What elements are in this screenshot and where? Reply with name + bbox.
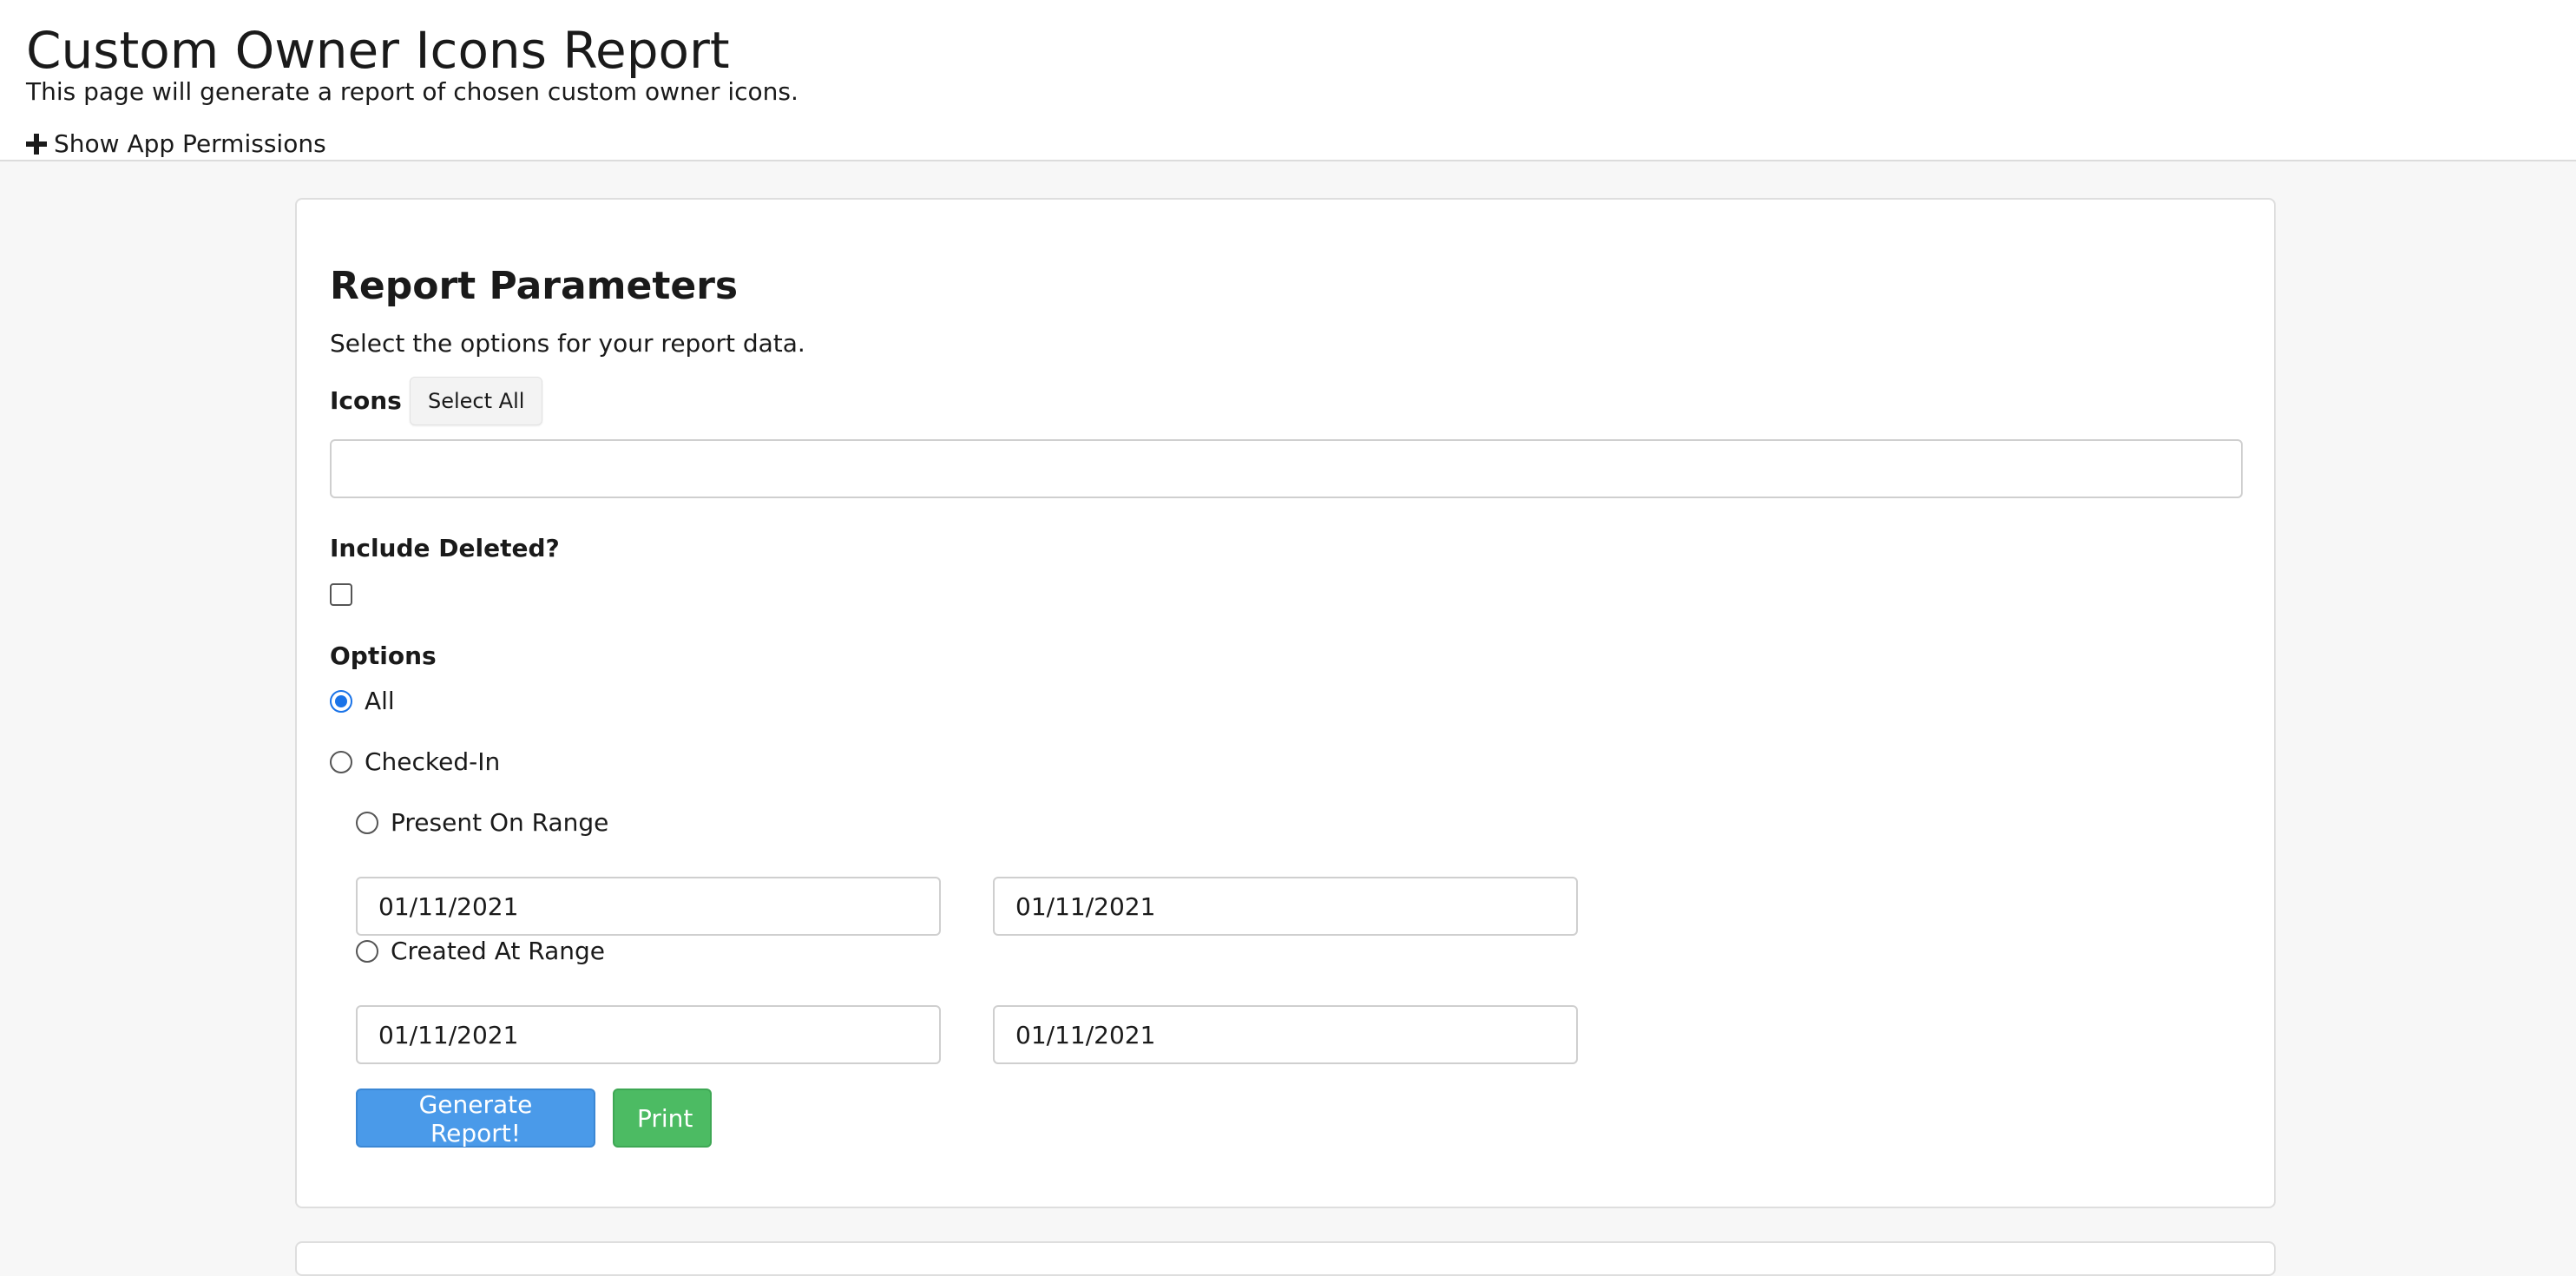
option-present-on-range-radio[interactable] [356, 812, 378, 834]
option-created-at-range[interactable]: Created At Range [356, 934, 605, 969]
report-parameters-title: Report Parameters [330, 264, 739, 308]
page-subtitle: This page will generate a report of chos… [26, 77, 798, 106]
option-present-on-range[interactable]: Present On Range [356, 806, 608, 840]
option-checked-in[interactable]: Checked-In [330, 745, 500, 779]
present-on-range-start-input[interactable] [356, 877, 941, 936]
show-app-permissions-label: Show App Permissions [54, 129, 326, 158]
options-label: Options [330, 641, 437, 670]
created-at-range-end-input[interactable] [993, 1005, 1578, 1064]
print-button[interactable]: Print [613, 1089, 712, 1148]
report-parameters-description: Select the options for your report data. [330, 329, 805, 358]
option-checked-in-label: Checked-In [365, 747, 501, 776]
option-all-radio[interactable] [330, 690, 352, 713]
option-all-label: All [365, 687, 395, 715]
plus-icon [26, 134, 47, 155]
icons-label: Icons [330, 386, 402, 415]
select-all-button[interactable]: Select All [410, 377, 543, 425]
report-parameters-panel: Report Parameters Select the options for… [295, 198, 2276, 1208]
option-created-at-range-label: Created At Range [391, 937, 605, 965]
present-on-range-end-input[interactable] [993, 877, 1578, 936]
include-deleted-checkbox[interactable] [330, 583, 352, 606]
icons-input[interactable] [330, 439, 2243, 498]
generate-report-button[interactable]: Generate Report! [356, 1089, 595, 1148]
page-header: Custom Owner Icons Report This page will… [0, 0, 2576, 161]
show-app-permissions-toggle[interactable]: Show App Permissions [26, 127, 326, 161]
option-all[interactable]: All [330, 684, 395, 719]
results-panel [295, 1241, 2276, 1276]
option-present-on-range-label: Present On Range [391, 808, 609, 837]
created-at-range-start-input[interactable] [356, 1005, 941, 1064]
option-created-at-range-radio[interactable] [356, 940, 378, 963]
include-deleted-label: Include Deleted? [330, 534, 560, 562]
option-checked-in-radio[interactable] [330, 751, 352, 773]
